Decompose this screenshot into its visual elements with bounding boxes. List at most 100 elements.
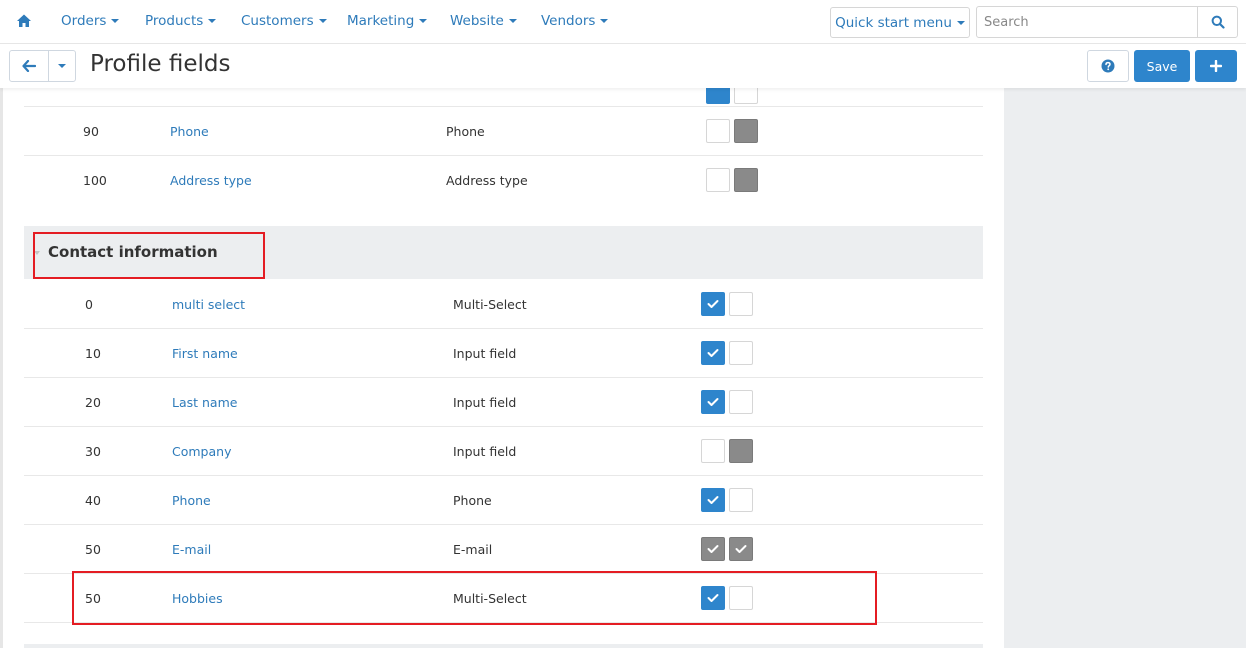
field-type: Input field (453, 444, 517, 459)
required-checkbox[interactable] (734, 168, 758, 192)
show-checkbox[interactable] (701, 292, 725, 316)
nav-customers[interactable]: Customers (241, 13, 327, 29)
nav-vendors[interactable]: Vendors (541, 13, 609, 29)
right-sidebar (1004, 88, 1246, 648)
table-row: 50 E-mail E-mail (24, 525, 983, 574)
required-checkbox[interactable] (729, 488, 753, 512)
field-name-link[interactable]: Hobbies (172, 591, 223, 606)
nav-marketing-label: Marketing (347, 13, 415, 29)
required-checkbox[interactable] (729, 341, 753, 365)
top-navigation: Orders Products Customers Marketing Webs… (0, 0, 1246, 44)
chevron-down-icon (318, 19, 327, 23)
position-value: 20 (85, 395, 101, 410)
nav-products[interactable]: Products (145, 13, 217, 29)
field-type: Address type (446, 173, 528, 188)
required-checkbox[interactable] (729, 537, 753, 561)
next-section-header (24, 644, 983, 648)
table-row: 100 Address type Address type (24, 156, 983, 205)
required-checkbox[interactable] (729, 586, 753, 610)
required-checkbox[interactable] (734, 119, 758, 143)
field-name-link[interactable]: Company (172, 444, 231, 459)
nav-customers-label: Customers (241, 13, 314, 29)
field-type: E-mail (453, 542, 493, 557)
nav-website[interactable]: Website (450, 13, 517, 29)
field-name-link[interactable]: Address type (170, 173, 252, 188)
chevron-down-icon (111, 19, 120, 23)
table-row: 10 First name Input field (24, 329, 983, 378)
arrow-left-icon (22, 60, 36, 72)
chevron-down-icon (956, 20, 965, 25)
search-input[interactable] (977, 7, 1198, 37)
required-checkbox[interactable] (729, 390, 753, 414)
check-icon (707, 398, 719, 406)
title-bar: Profile fields Save (0, 44, 1246, 88)
nav-vendors-label: Vendors (541, 13, 596, 29)
field-type: Multi-Select (453, 297, 527, 312)
check-icon (707, 496, 719, 504)
collapse-arrow-icon (34, 251, 40, 255)
save-button[interactable]: Save (1134, 50, 1190, 82)
check-icon (735, 545, 747, 553)
search-box (976, 6, 1238, 38)
show-checkbox[interactable] (701, 488, 725, 512)
page-title: Profile fields (90, 51, 231, 77)
field-name-link[interactable]: Phone (172, 493, 211, 508)
field-type: Input field (453, 395, 517, 410)
quick-start-menu-button[interactable]: Quick start menu (830, 7, 970, 38)
field-name-link[interactable]: First name (172, 346, 238, 361)
check-icon (707, 349, 719, 357)
table-row: 90 Phone Phone (24, 107, 983, 156)
chevron-down-icon (600, 19, 609, 23)
search-icon (1211, 15, 1225, 29)
position-value: 30 (85, 444, 101, 459)
position-value: 100 (83, 173, 107, 188)
show-checkbox[interactable] (701, 439, 725, 463)
field-name-link[interactable]: E-mail (172, 542, 211, 557)
position-value: 90 (83, 124, 99, 139)
nav-website-label: Website (450, 13, 504, 29)
table-row: 20 Last name Input field (24, 378, 983, 427)
field-name-link[interactable]: Phone (170, 124, 209, 139)
check-icon (707, 594, 719, 602)
nav-products-label: Products (145, 13, 204, 29)
field-name-link[interactable]: multi select (172, 297, 245, 312)
position-value: 50 (85, 591, 101, 606)
field-name-link[interactable]: Last name (172, 395, 237, 410)
nav-orders-label: Orders (61, 13, 107, 29)
position-value: 50 (85, 542, 101, 557)
field-type: Input field (453, 346, 517, 361)
table-row: 40 Phone Phone (24, 476, 983, 525)
plus-icon (1210, 60, 1222, 72)
home-icon[interactable] (16, 13, 32, 29)
show-checkbox[interactable] (706, 168, 730, 192)
show-checkbox[interactable] (701, 390, 725, 414)
show-checkbox[interactable] (706, 119, 730, 143)
table-row: 50 Hobbies Multi-Select (24, 574, 983, 623)
chevron-down-icon (58, 64, 66, 68)
back-button[interactable] (9, 50, 49, 82)
check-icon (707, 300, 719, 308)
required-checkbox[interactable] (729, 292, 753, 316)
show-checkbox[interactable] (701, 586, 725, 610)
search-button[interactable] (1197, 7, 1238, 37)
field-type: Phone (446, 124, 485, 139)
show-checkbox[interactable] (701, 341, 725, 365)
table-row: 30 Company Input field (24, 427, 983, 476)
position-value: 0 (85, 297, 93, 312)
help-button[interactable] (1087, 50, 1129, 82)
chevron-down-icon (508, 19, 517, 23)
nav-marketing[interactable]: Marketing (347, 13, 428, 29)
section-title: Contact information (48, 243, 218, 261)
left-border (0, 88, 3, 648)
profile-fields-table: 90 Phone Phone 100 Address type Address … (24, 0, 983, 648)
nav-orders[interactable]: Orders (61, 13, 120, 29)
position-value: 40 (85, 493, 101, 508)
chevron-down-icon (419, 19, 428, 23)
add-button[interactable] (1195, 50, 1237, 82)
show-checkbox[interactable] (701, 537, 725, 561)
check-icon (707, 545, 719, 553)
section-header-contact-information[interactable]: Contact information (24, 226, 983, 279)
chevron-down-icon (208, 19, 217, 23)
history-dropdown-button[interactable] (48, 50, 76, 82)
required-checkbox[interactable] (729, 439, 753, 463)
